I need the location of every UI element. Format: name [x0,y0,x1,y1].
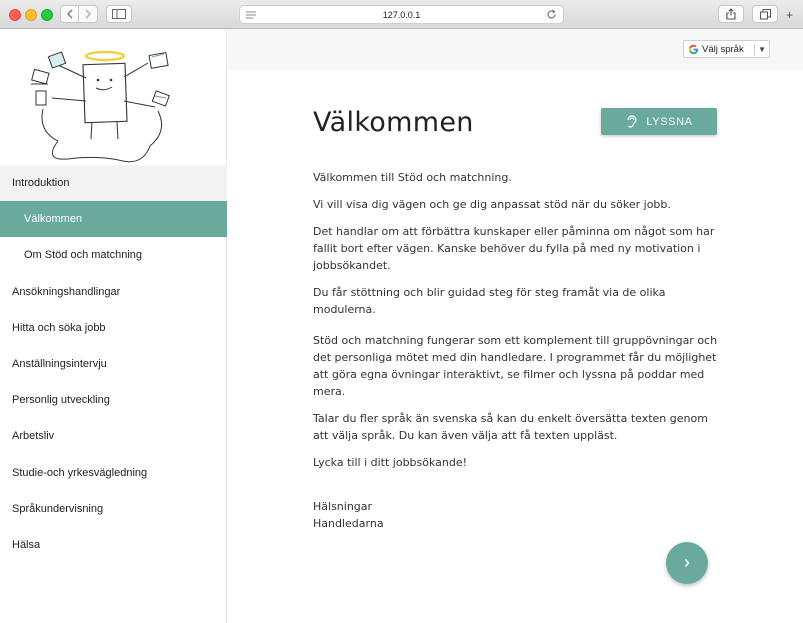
chevron-right-icon [85,9,91,19]
signature-name: Handledarna [313,517,384,530]
side-menu: Introduktion Välkommen Om Stöd och match… [0,165,227,563]
sidebar-icon [112,9,126,19]
paragraph: Det handlar om att förbättra kunskaper e… [313,225,715,272]
forward-button[interactable] [79,5,98,23]
signature: Hälsningar Handledarna [313,498,384,532]
menu-item-label: Studie-och yrkesvägledning [12,466,148,479]
listen-button-label: LYSSNA [646,115,693,128]
menu-item-ansokningshandlingar[interactable]: Ansökningshandlingar [0,274,227,310]
menu-item-sprakundervisning[interactable]: Språkundervisning [0,491,227,527]
top-strip: Välj språk ▼ [228,29,803,70]
paragraph: Vi vill visa dig vägen och ge dig anpass… [313,198,671,211]
paragraph: Stöd och matchning fungerar som ett komp… [313,334,718,398]
address-bar[interactable]: 127.0.0.1 [239,5,564,24]
menu-item-anstallningsintervju[interactable]: Anställningsintervju [0,346,227,382]
paragraph: Du får stöttning och blir guidad steg fö… [313,286,666,316]
browser-toolbar: 127.0.0.1 + [0,0,803,29]
menu-section-introduktion[interactable]: Introduktion [0,165,227,202]
welcome-text: Välkommen till Stöd och matchning. Vi vi… [313,169,723,481]
menu-item-label: Om Stöd och matchning [24,249,143,262]
paragraph: Välkommen till Stöd och matchning. [313,171,512,184]
menu-item-hitta-jobb[interactable]: Hitta och söka jobb [0,310,227,346]
window-minimize-button[interactable] [25,9,37,21]
paragraph: Lycka till i ditt jobbsökande! [313,456,468,469]
url-text: 127.0.0.1 [382,9,421,20]
show-tabs-button[interactable] [752,5,778,23]
chevron-right-icon [684,558,690,568]
listen-button[interactable]: LYSSNA [601,108,717,135]
menu-item-personlig-utveckling[interactable]: Personlig utveckling [0,382,227,418]
next-button[interactable] [666,542,708,584]
menu-item-valkommen[interactable]: Välkommen [0,201,227,238]
menu-item-halsa[interactable]: Hälsa [0,527,227,563]
share-button[interactable] [718,5,744,23]
ear-icon [627,115,637,128]
menu-item-studie-yrkesvagledning[interactable]: Studie-och yrkesvägledning [0,455,227,491]
new-tab-icon[interactable]: + [786,8,793,22]
menu-item-om-stod[interactable]: Om Stöd och matchning [0,237,227,273]
menu-item-label: Ansökningshandlingar [12,285,121,298]
sidebar: Introduktion Välkommen Om Stöd och match… [0,29,227,623]
back-button[interactable] [60,5,79,23]
share-icon [726,8,736,20]
menu-item-label: Språkundervisning [12,502,104,515]
tabs-icon [759,8,771,19]
main-content: Välj språk ▼ Välkommen LYSSNA Välkommen … [228,29,803,623]
menu-item-label: Hitta och söka jobb [12,321,106,334]
google-icon [688,44,699,54]
language-select[interactable]: Välj språk ▼ [683,40,770,58]
signature-greeting: Hälsningar [313,500,373,513]
window-maximize-button[interactable] [41,9,53,21]
logo-illustration [31,51,170,163]
menu-item-arbetsliv[interactable]: Arbetsliv [0,418,227,454]
menu-item-label: Personlig utveckling [12,394,110,407]
window-close-button[interactable] [9,9,21,21]
page-title: Välkommen [313,107,474,138]
language-select-label: Välj språk [702,43,744,55]
menu-item-label: Arbetsliv [12,430,55,443]
menu-item-label: Hälsa [12,538,41,551]
menu-item-label: Anställningsintervju [12,358,107,371]
reader-menu-icon[interactable] [246,11,256,19]
paragraph: Talar du fler språk än svenska så kan du… [313,412,708,442]
menu-item-label: Introduktion [12,177,70,190]
dropdown-arrow-icon: ▼ [754,44,766,56]
sidebar-toggle-button[interactable] [106,5,132,23]
reload-icon[interactable] [546,9,557,20]
chevron-left-icon [66,9,72,19]
menu-item-label: Välkommen [24,213,83,226]
